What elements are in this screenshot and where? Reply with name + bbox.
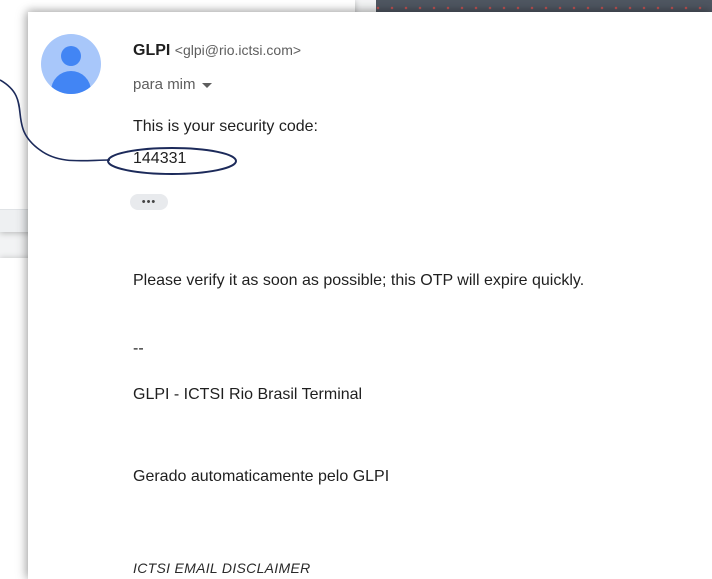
person-icon[interactable]: [41, 34, 101, 94]
avatar-head: [61, 46, 81, 66]
auto-generated-note: Gerado automaticamente pelo GLPI: [133, 468, 390, 485]
caret-down-icon: [201, 83, 212, 88]
email-message: GLPI <glpi@rio.ictsi.com> para mim This …: [28, 12, 712, 579]
verify-message: Please verify it as soon as possible; th…: [133, 272, 585, 289]
sender-line: GLPI <glpi@rio.ictsi.com>: [133, 42, 301, 60]
avatar-torso: [51, 71, 91, 94]
sender-name[interactable]: GLPI: [133, 42, 170, 59]
email-disclaimer: ICTSI EMAIL DISCLAIMER: [133, 560, 311, 576]
show-trimmed-content-button[interactable]: •••: [130, 194, 168, 210]
sender-email: <glpi@rio.ictsi.com>: [174, 42, 302, 58]
recipient-toggle[interactable]: para mim: [133, 76, 212, 93]
signature-dash: --: [133, 340, 144, 357]
security-code: 144331: [133, 150, 187, 167]
company-signature: GLPI - ICTSI Rio Brasil Terminal: [133, 386, 363, 403]
recipient-label: para mim: [133, 76, 196, 93]
security-code-intro: This is your security code:: [133, 118, 318, 135]
